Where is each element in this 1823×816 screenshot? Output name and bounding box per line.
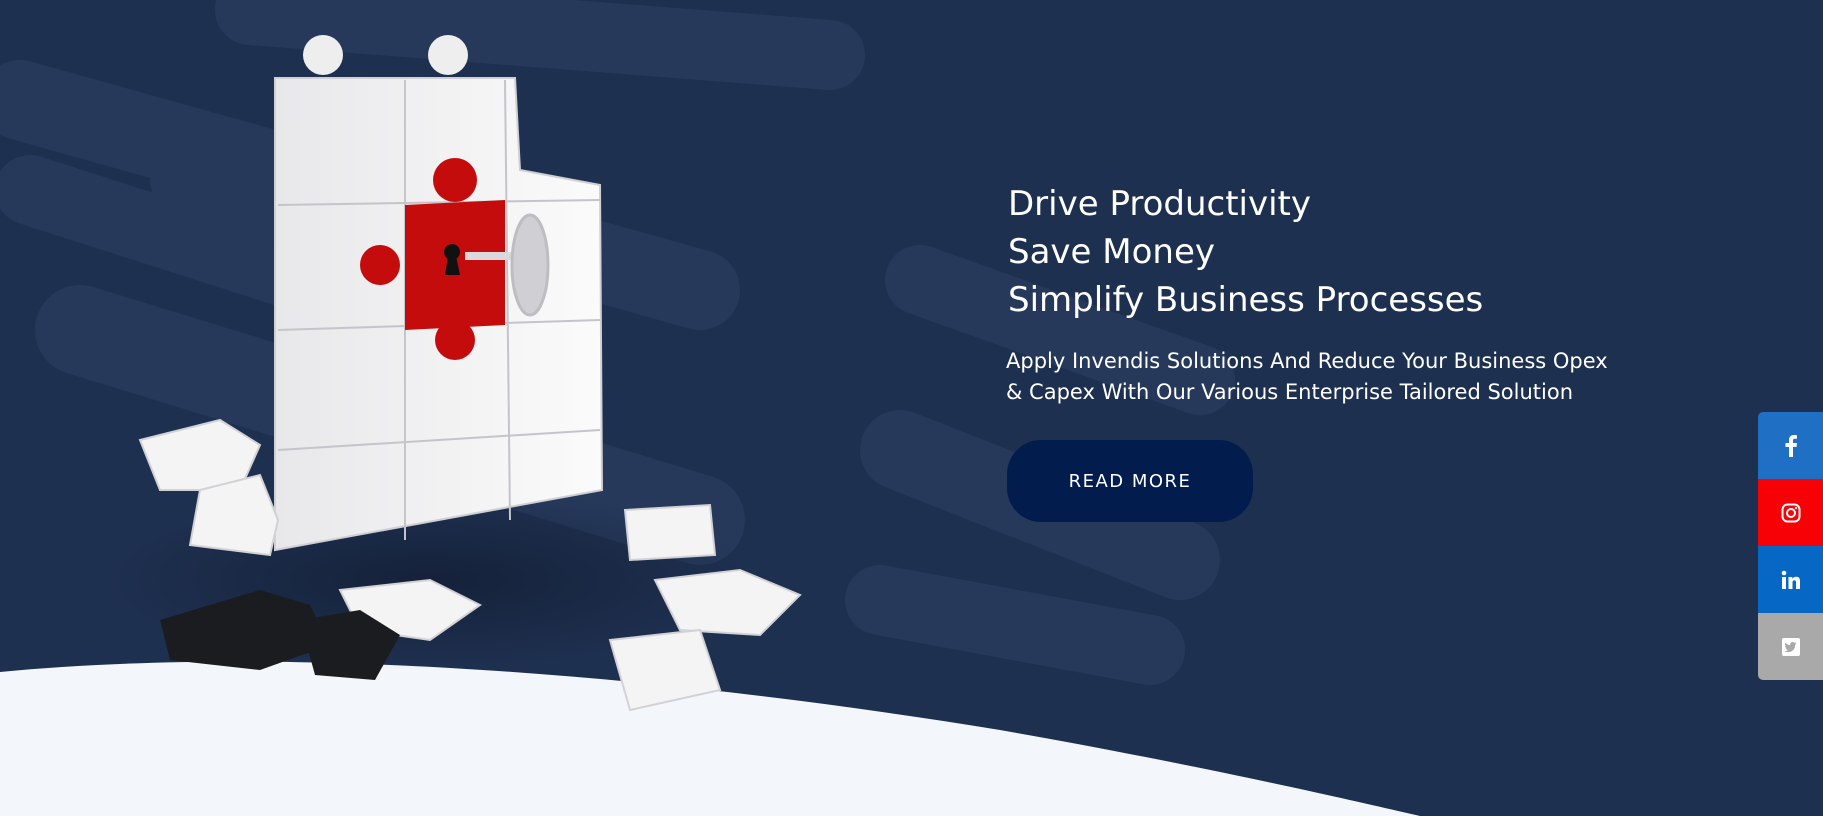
- linkedin-link[interactable]: [1758, 546, 1823, 613]
- twitter-icon: [1781, 637, 1800, 656]
- linkedin-icon: [1781, 570, 1800, 589]
- headline-line-2: Save Money: [1008, 232, 1215, 272]
- headline-line-3: Simplify Business Processes: [1008, 280, 1484, 320]
- headline-line-1: Drive Productivity: [1008, 184, 1312, 224]
- hero-banner: Drive Productivity Save Money Simplify B…: [0, 0, 1823, 816]
- social-sidebar: [1758, 412, 1823, 680]
- hero-headline: Drive Productivity Save Money Simplify B…: [1008, 180, 1648, 324]
- facebook-icon: [1785, 434, 1797, 457]
- twitter-link[interactable]: [1758, 613, 1823, 680]
- puzzle-illustration: [100, 35, 802, 712]
- instagram-link[interactable]: [1758, 479, 1823, 546]
- instagram-icon: [1781, 503, 1800, 522]
- hero-subtext: Apply Invendis Solutions And Reduce Your…: [1006, 349, 1608, 404]
- facebook-link[interactable]: [1758, 412, 1823, 479]
- hero-copy: Drive Productivity Save Money Simplify B…: [1006, 180, 1648, 408]
- read-more-button[interactable]: READ MORE: [1007, 440, 1253, 522]
